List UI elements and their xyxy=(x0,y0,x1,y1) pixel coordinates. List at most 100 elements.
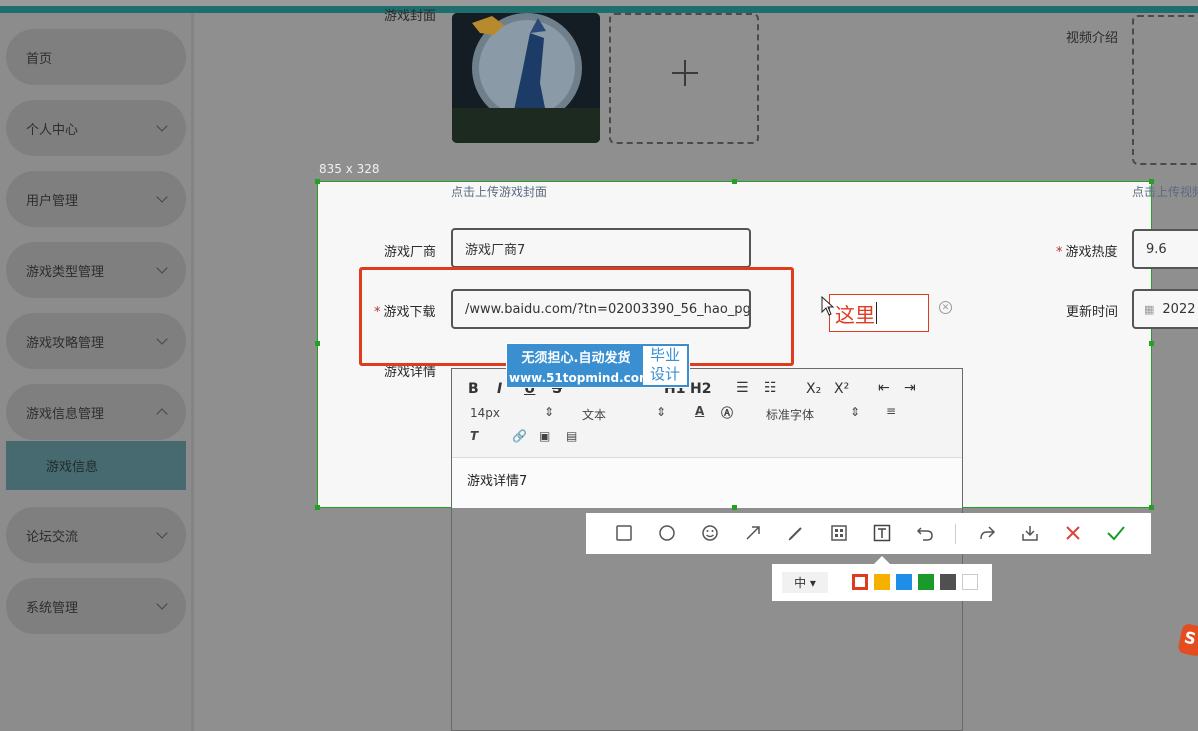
color-swatch-gray[interactable] xyxy=(940,574,956,590)
sidebar-item-home[interactable]: 首页 xyxy=(6,29,186,85)
chevron-up-icon xyxy=(156,408,168,420)
arrow-tool-icon[interactable] xyxy=(743,523,763,543)
top-accent-line xyxy=(0,6,1198,13)
watermark-line2: www.51topmind.com xyxy=(509,371,652,385)
editor-content[interactable]: 游戏详情7 xyxy=(452,458,962,508)
sidebar-item-system-management[interactable]: 系统管理 xyxy=(6,578,186,634)
resize-handle[interactable] xyxy=(1149,341,1154,346)
resize-handle[interactable] xyxy=(315,179,320,184)
watermark: 无须担心.自动发货 www.51topmind.com 毕业 设计 xyxy=(506,343,690,388)
cover-label: 游戏封面 xyxy=(384,9,437,24)
superscript-button[interactable]: X² xyxy=(834,381,849,397)
chevron-down-icon xyxy=(156,333,168,345)
resize-handle[interactable] xyxy=(732,505,737,510)
bold-button[interactable]: B xyxy=(468,381,479,397)
indent-icon[interactable]: ⇥ xyxy=(904,380,916,396)
clear-format-icon[interactable]: T xyxy=(470,429,478,443)
resize-handle[interactable] xyxy=(315,341,320,346)
sidebar-item-forum[interactable]: 论坛交流 xyxy=(6,507,186,563)
cancel-icon[interactable] xyxy=(1063,523,1083,543)
stroke-size-select[interactable]: 中 ▾ xyxy=(782,572,828,593)
cover-upload-hint: 点击上传游戏封面 xyxy=(451,185,548,199)
capture-size-label: 835 x 328 xyxy=(319,162,380,176)
subscript-button[interactable]: X₂ xyxy=(806,381,821,397)
required-mark: * xyxy=(1056,245,1063,260)
annotation-text-input[interactable]: 这里 xyxy=(829,294,929,332)
color-swatch-blue[interactable] xyxy=(896,574,912,590)
pen-tool-icon[interactable] xyxy=(786,523,806,543)
rectangle-tool-icon[interactable] xyxy=(614,523,634,543)
font-family-select[interactable]: 标准字体 xyxy=(766,406,814,423)
video-upload-box[interactable] xyxy=(1132,15,1198,165)
vendor-label: 游戏厂商 xyxy=(384,245,437,260)
font-color-icon[interactable]: A xyxy=(695,404,704,418)
sidebar-item-game-info-management[interactable]: 游戏信息管理 xyxy=(6,384,186,440)
font-family-arrows-icon[interactable]: ⇕ xyxy=(850,405,860,419)
sidebar-subitem-label: 游戏信息 xyxy=(46,460,99,475)
plus-icon-v xyxy=(684,60,686,86)
download-icon[interactable] xyxy=(1020,523,1040,543)
paragraph-arrows-icon[interactable]: ⇕ xyxy=(656,405,666,419)
update-time-input[interactable]: ▦ 2022 xyxy=(1132,289,1198,329)
ordered-list-icon[interactable]: ☰ xyxy=(736,380,749,396)
confirm-icon[interactable] xyxy=(1106,523,1126,543)
cover-upload-box[interactable] xyxy=(609,13,759,144)
chevron-down-icon xyxy=(156,191,168,203)
vendor-input[interactable]: 游戏厂商7 xyxy=(451,228,751,268)
submenu-pointer xyxy=(874,556,890,564)
watermark-line1: 无须担心.自动发货 xyxy=(521,351,631,366)
sidebar-item-game-type-management[interactable]: 游戏类型管理 xyxy=(6,242,186,298)
heat-label-row: * 游戏热度 xyxy=(1056,241,1118,260)
toolbar-separator xyxy=(955,524,956,544)
undo-icon[interactable] xyxy=(915,523,935,543)
video-label: 视频介绍 xyxy=(1066,31,1119,46)
resize-handle[interactable] xyxy=(1149,179,1154,184)
sidebar-subitem-game-info[interactable]: 游戏信息 xyxy=(6,441,186,490)
mouse-cursor-icon xyxy=(821,296,835,316)
color-swatch-white[interactable] xyxy=(962,574,978,590)
align-icon[interactable]: ≡ xyxy=(886,404,896,418)
update-time-value: 2022 xyxy=(1162,301,1196,317)
resize-handle[interactable] xyxy=(315,505,320,510)
sidebar-item-label: 用户管理 xyxy=(26,193,79,209)
sidebar-item-label: 系统管理 xyxy=(26,600,79,616)
sidebar-item-personal-center[interactable]: 个人中心 xyxy=(6,100,186,156)
text-tool-icon[interactable] xyxy=(872,523,892,543)
update-time-label: 更新时间 xyxy=(1066,305,1119,320)
sidebar-item-user-management[interactable]: 用户管理 xyxy=(6,171,186,227)
heat-input[interactable]: 9.6 xyxy=(1132,229,1198,269)
sidebar-item-label: 个人中心 xyxy=(26,122,79,138)
watermark-badge: 毕业 设计 xyxy=(643,346,687,385)
annotation-text: 这里 xyxy=(835,302,875,327)
sidebar-item-label: 游戏类型管理 xyxy=(26,264,105,280)
color-swatch-red[interactable] xyxy=(852,574,868,590)
font-size-arrows-icon[interactable]: ⇕ xyxy=(544,405,554,419)
sidebar-item-label: 游戏攻略管理 xyxy=(26,335,105,351)
game-cover-image[interactable] xyxy=(452,13,600,143)
paragraph-select[interactable]: 文本 xyxy=(582,406,606,423)
italic-button[interactable]: I xyxy=(497,381,502,397)
clear-icon[interactable]: ✕ xyxy=(939,301,952,314)
mosaic-tool-icon[interactable] xyxy=(829,523,849,543)
h2-button[interactable]: H2 xyxy=(690,381,711,397)
outdent-icon[interactable]: ⇤ xyxy=(878,380,890,396)
color-swatch-green[interactable] xyxy=(918,574,934,590)
text-caret xyxy=(876,302,877,324)
color-swatch-yellow[interactable] xyxy=(874,574,890,590)
font-size-select[interactable]: 14px xyxy=(470,406,500,420)
background-color-icon[interactable]: Ⓐ xyxy=(721,404,733,421)
chevron-down-icon xyxy=(156,598,168,610)
emoji-tool-icon[interactable] xyxy=(700,523,720,543)
ellipse-tool-icon[interactable] xyxy=(657,523,677,543)
sidebar-item-label: 游戏信息管理 xyxy=(26,406,105,422)
bullet-list-icon[interactable]: ☷ xyxy=(764,380,777,396)
link-icon[interactable]: 🔗 xyxy=(512,429,527,443)
video-icon[interactable]: ▤ xyxy=(566,429,577,443)
resize-handle[interactable] xyxy=(732,179,737,184)
resize-handle[interactable] xyxy=(1149,505,1154,510)
image-icon[interactable]: ▣ xyxy=(539,429,550,443)
share-icon[interactable] xyxy=(977,523,997,543)
sidebar-item-game-guide-management[interactable]: 游戏攻略管理 xyxy=(6,313,186,369)
cover-art xyxy=(452,13,600,143)
video-upload-hint: 点击上传视频 xyxy=(1132,185,1198,199)
